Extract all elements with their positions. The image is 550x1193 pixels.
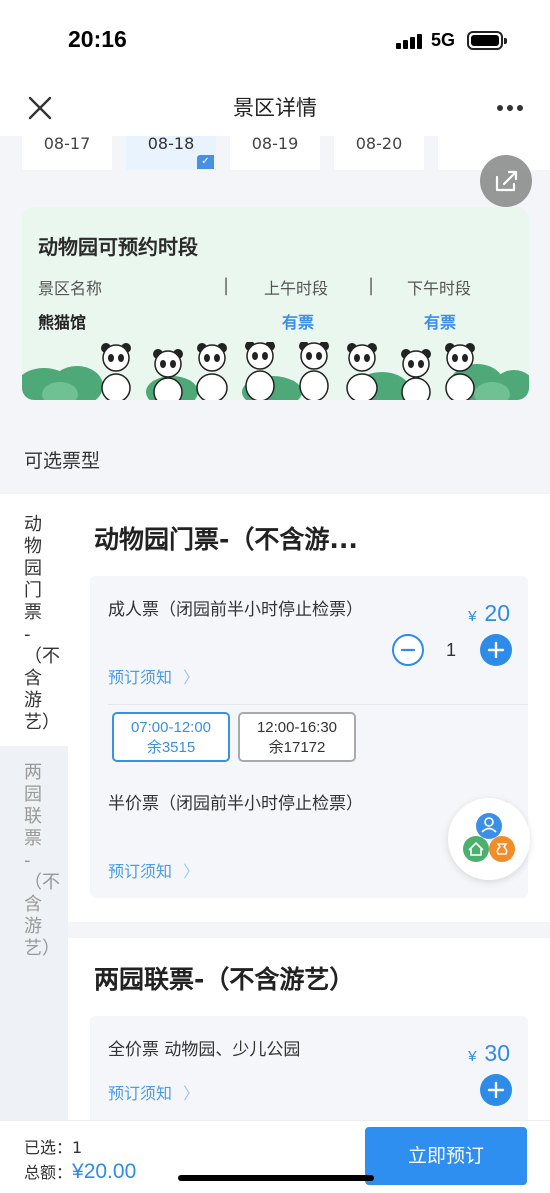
chevron-right-icon: 〉 <box>183 668 200 687</box>
afternoon-status: 有票 <box>424 313 457 332</box>
date-label: 08-17 <box>43 134 91 153</box>
nav-bar: 景区详情 <box>0 80 550 136</box>
decrease-button[interactable] <box>392 634 424 666</box>
col-separator: | <box>223 275 230 296</box>
section-title: 可选票型 <box>24 450 101 472</box>
chevron-right-icon: 〉 <box>183 862 200 881</box>
availability-card: 动物园可预约时段 景区名称 | 上午时段 | 下午时段 熊猫馆 有票 有票 <box>22 207 529 400</box>
venue-name: 熊猫馆 <box>38 313 87 332</box>
booking-notice-link[interactable]: 预订须知 〉 <box>108 1080 199 1104</box>
notice-label: 预订须知 <box>108 1084 173 1103</box>
morning-status: 有票 <box>282 313 315 332</box>
price-value: 20 <box>484 600 510 626</box>
date-tab[interactable]: 08-19 <box>230 136 320 170</box>
increase-button[interactable] <box>480 1074 512 1106</box>
plus-icon <box>487 641 505 659</box>
time-slot-selected[interactable]: 07:00-12:00 余3515 <box>112 712 230 762</box>
total-label: 总额： <box>24 1163 73 1182</box>
date-tab[interactable]: 08-17 <box>22 136 112 170</box>
package-card: 两园联票-（不含游艺） 全价票 动物园、少儿公园 ¥30 预订须知 〉 <box>68 938 550 1120</box>
slot-time: 12:00-16:30 <box>256 719 338 736</box>
booking-notice-link[interactable]: 预订须知 〉 <box>108 664 199 688</box>
home-indicator <box>178 1175 374 1181</box>
ticket-price: ¥20 <box>468 600 510 627</box>
share-icon <box>495 170 518 192</box>
more-icon[interactable] <box>496 98 524 118</box>
date-selector: 08-17 08-18 ✓ 08-19 08-20 <box>0 136 550 180</box>
selected-count: 1 <box>72 1138 83 1157</box>
currency-symbol: ¥ <box>468 1048 477 1065</box>
plus-icon <box>487 1081 505 1099</box>
page-title: 景区详情 <box>233 96 317 120</box>
price-value: 30 <box>484 1040 510 1066</box>
ticket-name: 成人票（闭园前半小时停止检票） <box>108 600 363 620</box>
col-venue: 景区名称 <box>38 279 103 298</box>
increase-button[interactable] <box>480 634 512 666</box>
notice-label: 预订须知 <box>108 668 173 687</box>
status-bar: 20:16 5G <box>0 0 550 80</box>
package-title: 动物园门票-（不含游... <box>94 525 358 554</box>
category-tab-two-parks[interactable]: 两 园 联 票 - （不 含 游 艺） <box>0 746 68 972</box>
col-afternoon: 下午时段 <box>407 279 472 298</box>
availability-title: 动物园可预约时段 <box>38 235 198 259</box>
category-tab-zoo[interactable]: 动 物 园 门 票 - （不 含 游 艺） <box>0 494 68 746</box>
ticket-types-header: 可选票型 <box>0 424 550 494</box>
booking-notice-link[interactable]: 预订须知 〉 <box>108 858 199 882</box>
ticket-group: 全价票 动物园、少儿公园 ¥30 预订须知 〉 <box>90 1016 528 1120</box>
total-value: ¥20.00 <box>72 1160 137 1183</box>
divider <box>108 704 528 705</box>
check-icon: ✓ <box>197 155 214 169</box>
status-time: 20:16 <box>68 26 127 52</box>
col-morning: 上午时段 <box>264 279 329 298</box>
book-now-button[interactable]: 立即预订 <box>365 1127 527 1185</box>
slot-time: 07:00-12:00 <box>130 719 212 736</box>
date-label: 08-19 <box>251 134 299 153</box>
category-sidebar: 动 物 园 门 票 - （不 含 游 艺） 两 园 联 票 - （不 含 游 艺… <box>0 494 68 1120</box>
signal-icon <box>396 33 422 49</box>
checkout-bar: 已选：1 总额：¥20.00 立即预订 <box>0 1120 550 1193</box>
network-type: 5G <box>431 30 456 50</box>
selected-label: 已选： <box>24 1138 73 1157</box>
date-label: 08-20 <box>355 134 403 153</box>
col-separator: | <box>368 275 375 296</box>
panda-illustration <box>22 342 529 400</box>
quantity-value: 1 <box>446 640 457 660</box>
share-button[interactable] <box>480 155 532 207</box>
ticket-price: ¥30 <box>468 1040 510 1067</box>
notice-label: 预订须知 <box>108 862 173 881</box>
package-title: 两园联票-（不含游艺） <box>94 965 355 994</box>
chevron-right-icon: 〉 <box>183 1084 200 1103</box>
quick-actions-button[interactable] <box>448 798 530 880</box>
slot-remain: 余17172 <box>268 739 326 756</box>
currency-symbol: ¥ <box>468 608 477 625</box>
quick-actions-icon <box>463 813 515 862</box>
total-summary: 总额：¥20.00 <box>24 1159 136 1184</box>
minus-icon <box>400 648 416 652</box>
selected-summary: 已选：1 <box>24 1134 82 1158</box>
battery-icon <box>467 31 507 50</box>
time-slot[interactable]: 12:00-16:30 余17172 <box>238 712 356 762</box>
ticket-name: 全价票 动物园、少儿公园 <box>108 1040 301 1060</box>
date-tab-selected[interactable]: 08-18 ✓ <box>126 136 216 170</box>
slot-remain: 余3515 <box>146 739 196 756</box>
date-label: 08-18 <box>147 134 195 153</box>
date-tab[interactable]: 08-20 <box>334 136 424 170</box>
ticket-name: 半价票（闭园前半小时停止检票） <box>108 794 363 814</box>
